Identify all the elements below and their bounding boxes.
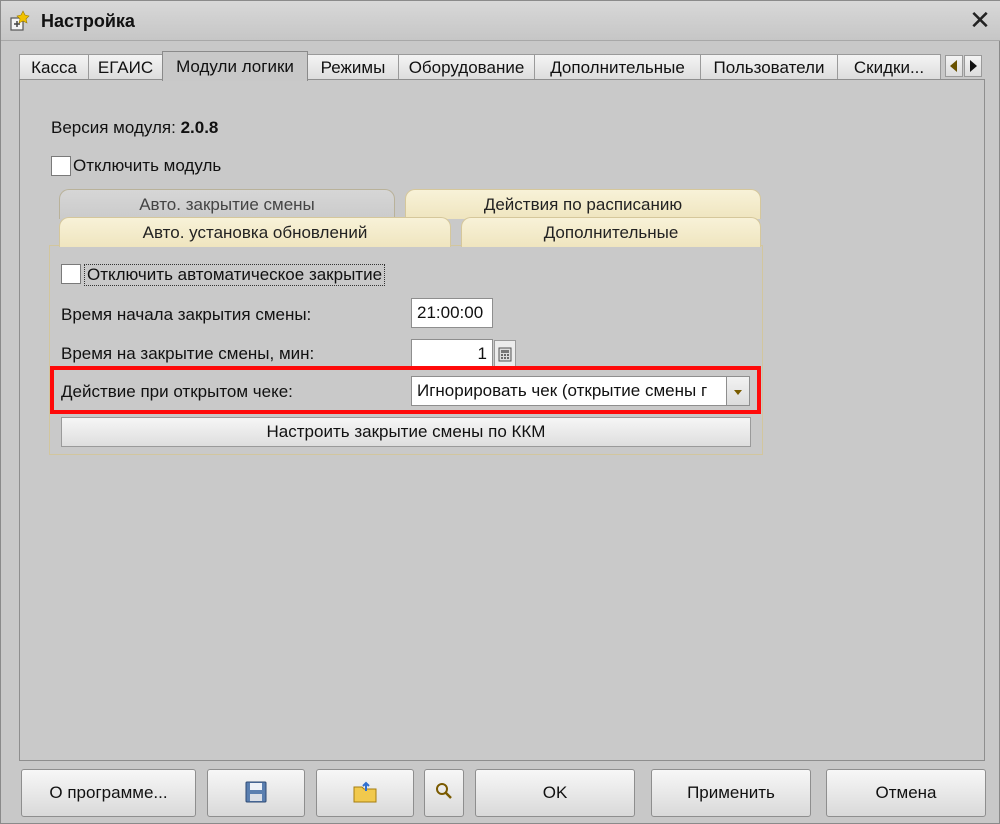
calculator-icon <box>498 347 512 362</box>
start-time-input[interactable]: 21:00:00 <box>411 298 493 328</box>
disable-module-label: Отключить модуль <box>73 156 222 175</box>
configure-kkm-close-button[interactable]: Настроить закрытие смены по ККМ <box>61 417 751 447</box>
settings-app-icon <box>10 10 30 31</box>
tab-additional[interactable]: Дополнительные <box>534 54 701 80</box>
title-bar: Настройка ✕ <box>1 1 1000 41</box>
tab-logic-modules[interactable]: Модули логики <box>162 51 308 81</box>
settings-window: Настройка ✕ Касса ЕГАИС Модули логики Ре… <box>0 0 1000 824</box>
arrow-left-icon <box>950 60 957 72</box>
tab-equipment[interactable]: Оборудование <box>398 54 535 80</box>
tab-discounts[interactable]: Скидки... <box>837 54 941 80</box>
tab-users[interactable]: Пользователи <box>700 54 838 80</box>
main-tabs: Касса ЕГАИС Модули логики Режимы Оборудо… <box>19 51 985 81</box>
save-icon <box>245 781 267 803</box>
apply-button[interactable]: Применить <box>651 769 811 817</box>
search-icon <box>436 783 452 799</box>
close-minutes-label: Время на закрытие смены, мин: <box>61 344 315 363</box>
search-button[interactable] <box>424 769 464 817</box>
disable-auto-close-label: Отключить автоматическое закрытие <box>84 264 386 286</box>
folder-icon <box>353 781 377 803</box>
window-title: Настройка <box>41 11 135 31</box>
subtab-auto-updates[interactable]: Авто. установка обновлений <box>59 217 451 247</box>
about-button[interactable]: О программе... <box>21 769 196 817</box>
module-version-value: 2.0.8 <box>180 118 219 137</box>
subtab-scheduled-actions[interactable]: Действия по расписанию <box>405 189 761 219</box>
calculator-button[interactable] <box>494 340 516 368</box>
module-version-caption: Версия модуля: <box>51 118 176 137</box>
tab-scroll-right-button[interactable] <box>964 55 982 77</box>
cancel-button[interactable]: Отмена <box>826 769 986 817</box>
tab-kassa[interactable]: Касса <box>19 54 89 80</box>
tab-modes[interactable]: Режимы <box>307 54 399 80</box>
disable-auto-close-checkbox[interactable] <box>61 264 81 284</box>
ok-button[interactable]: OK <box>475 769 635 817</box>
tab-egais[interactable]: ЕГАИС <box>88 54 163 80</box>
close-icon[interactable]: ✕ <box>965 5 995 35</box>
start-time-label: Время начала закрытия смены: <box>61 305 312 324</box>
close-minutes-input[interactable]: 1 <box>411 339 493 369</box>
subtab-additional[interactable]: Дополнительные <box>461 217 761 247</box>
tab-scroll-left-button[interactable] <box>945 55 963 77</box>
subtab-auto-shift-close[interactable]: Авто. закрытие смены <box>59 189 395 219</box>
module-version-label: Версия модуля: 2.0.8 <box>51 118 218 138</box>
open-file-button[interactable] <box>316 769 414 817</box>
arrow-right-icon <box>970 60 977 72</box>
disable-module-checkbox[interactable] <box>51 156 71 176</box>
save-button[interactable] <box>207 769 305 817</box>
highlight-frame <box>50 366 761 414</box>
